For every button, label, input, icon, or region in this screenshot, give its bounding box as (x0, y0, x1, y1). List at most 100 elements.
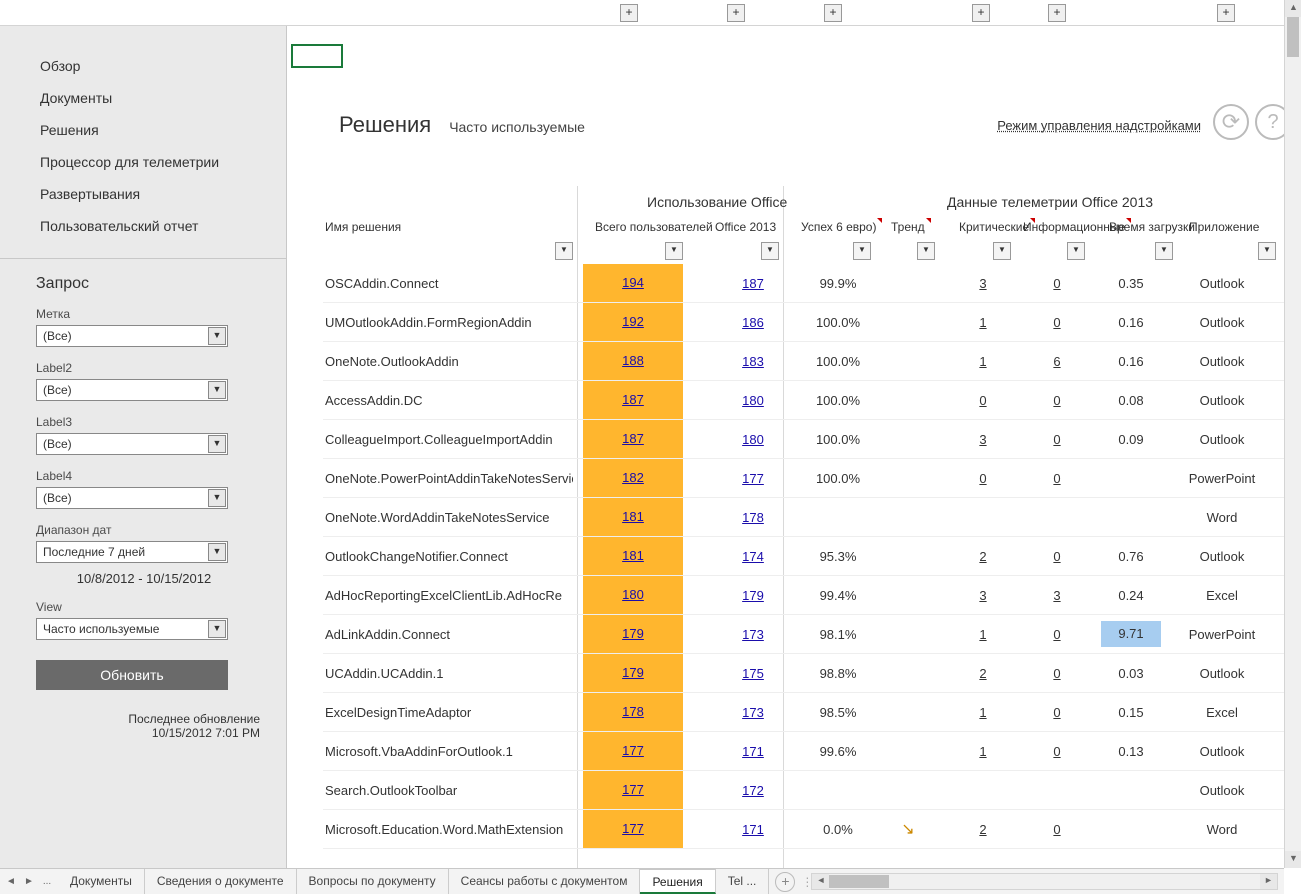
total-users-link[interactable]: 177 (622, 782, 644, 797)
total-users-link[interactable]: 181 (622, 548, 644, 563)
info-link[interactable]: 0 (1053, 471, 1060, 486)
filter-dropdown[interactable]: ▼ (993, 242, 1011, 260)
office2013-link[interactable]: 180 (742, 393, 764, 408)
select-view[interactable]: Часто используемые▼ (36, 618, 228, 640)
filter-dropdown[interactable]: ▼ (555, 242, 573, 260)
critical-link[interactable]: 3 (979, 276, 986, 291)
expand-button[interactable]: + (824, 4, 842, 22)
critical-link[interactable]: 1 (979, 315, 986, 330)
expand-button[interactable]: + (727, 4, 745, 22)
nav-overview[interactable]: Обзор (0, 50, 286, 82)
total-users-link[interactable]: 188 (622, 353, 644, 368)
office2013-link[interactable]: 175 (742, 666, 764, 681)
filter-dropdown[interactable]: ▼ (853, 242, 871, 260)
critical-link[interactable]: 0 (979, 471, 986, 486)
critical-link[interactable]: 1 (979, 354, 986, 369)
info-link[interactable]: 6 (1053, 354, 1060, 369)
add-sheet-button[interactable]: + (775, 872, 795, 892)
office2013-link[interactable]: 178 (742, 510, 764, 525)
filter-dropdown[interactable]: ▼ (917, 242, 935, 260)
office2013-link[interactable]: 171 (742, 822, 764, 837)
total-users-link[interactable]: 187 (622, 431, 644, 446)
info-link[interactable]: 3 (1053, 588, 1060, 603)
total-users-link[interactable]: 179 (622, 665, 644, 680)
office2013-link[interactable]: 174 (742, 549, 764, 564)
scroll-left-icon[interactable]: ◄ (812, 874, 829, 889)
info-link[interactable]: 0 (1053, 549, 1060, 564)
scroll-right-icon[interactable]: ► (1260, 874, 1277, 889)
scroll-up-icon[interactable]: ▲ (1285, 0, 1301, 17)
select-daterange[interactable]: Последние 7 дней▼ (36, 541, 228, 563)
refresh-icon[interactable]: ⟳ (1213, 104, 1249, 140)
update-button[interactable]: Обновить (36, 660, 228, 690)
total-users-link[interactable]: 181 (622, 509, 644, 524)
nav-custom-report[interactable]: Пользовательский отчет (0, 210, 286, 242)
horizontal-scrollbar[interactable]: ◄ ► (811, 873, 1278, 890)
vertical-scrollbar[interactable]: ▲ ▼ (1284, 0, 1301, 868)
total-users-link[interactable]: 179 (622, 626, 644, 641)
critical-link[interactable]: 2 (979, 666, 986, 681)
select-label3[interactable]: (Все)▼ (36, 433, 228, 455)
total-users-link[interactable]: 182 (622, 470, 644, 485)
total-users-link[interactable]: 177 (622, 821, 644, 836)
scroll-thumb[interactable] (1287, 17, 1299, 57)
filter-dropdown[interactable]: ▼ (665, 242, 683, 260)
info-link[interactable]: 0 (1053, 432, 1060, 447)
critical-link[interactable]: 2 (979, 822, 986, 837)
info-link[interactable]: 0 (1053, 627, 1060, 642)
total-users-link[interactable]: 178 (622, 704, 644, 719)
expand-button[interactable]: + (620, 4, 638, 22)
info-link[interactable]: 0 (1053, 822, 1060, 837)
critical-link[interactable]: 2 (979, 549, 986, 564)
expand-button[interactable]: + (972, 4, 990, 22)
filter-dropdown[interactable]: ▼ (761, 242, 779, 260)
total-users-link[interactable]: 180 (622, 587, 644, 602)
cell-cursor[interactable] (291, 44, 343, 68)
sheet-tab[interactable]: Вопросы по документу (297, 869, 449, 894)
sheet-nav-prev-icon[interactable]: ◄ (4, 876, 18, 887)
sheet-nav-next-icon[interactable]: ► (22, 876, 36, 887)
office2013-link[interactable]: 173 (742, 705, 764, 720)
select-label2[interactable]: (Все)▼ (36, 379, 228, 401)
nav-solutions[interactable]: Решения (0, 114, 286, 146)
info-link[interactable]: 0 (1053, 744, 1060, 759)
expand-button[interactable]: + (1217, 4, 1235, 22)
sheet-tab[interactable]: Решения (640, 869, 715, 894)
addin-management-mode-link[interactable]: Режим управления надстройками (997, 118, 1201, 133)
nav-telemetry-cpu[interactable]: Процессор для телеметрии (0, 146, 286, 178)
office2013-link[interactable]: 187 (742, 276, 764, 291)
select-label4[interactable]: (Все)▼ (36, 487, 228, 509)
sheet-tab[interactable]: Сведения о документе (145, 869, 297, 894)
critical-link[interactable]: 3 (979, 432, 986, 447)
filter-dropdown[interactable]: ▼ (1155, 242, 1173, 260)
office2013-link[interactable]: 186 (742, 315, 764, 330)
office2013-link[interactable]: 180 (742, 432, 764, 447)
total-users-link[interactable]: 192 (622, 314, 644, 329)
nav-documents[interactable]: Документы (0, 82, 286, 114)
sheet-tab[interactable]: Сеансы работы с документом (449, 869, 641, 894)
critical-link[interactable]: 3 (979, 588, 986, 603)
nav-deployments[interactable]: Развертывания (0, 178, 286, 210)
sheet-nav-more[interactable]: ... (40, 876, 54, 887)
critical-link[interactable]: 1 (979, 627, 986, 642)
filter-dropdown[interactable]: ▼ (1258, 242, 1276, 260)
office2013-link[interactable]: 172 (742, 783, 764, 798)
total-users-link[interactable]: 177 (622, 743, 644, 758)
critical-link[interactable]: 0 (979, 393, 986, 408)
info-link[interactable]: 0 (1053, 393, 1060, 408)
info-link[interactable]: 0 (1053, 666, 1060, 681)
office2013-link[interactable]: 171 (742, 744, 764, 759)
total-users-link[interactable]: 187 (622, 392, 644, 407)
scroll-thumb[interactable] (829, 875, 889, 888)
office2013-link[interactable]: 173 (742, 627, 764, 642)
office2013-link[interactable]: 183 (742, 354, 764, 369)
info-link[interactable]: 0 (1053, 276, 1060, 291)
sheet-tab[interactable]: Документы (58, 869, 145, 894)
total-users-link[interactable]: 194 (622, 275, 644, 290)
sheet-tab[interactable]: Tel ... (716, 869, 770, 894)
critical-link[interactable]: 1 (979, 705, 986, 720)
info-link[interactable]: 0 (1053, 315, 1060, 330)
critical-link[interactable]: 1 (979, 744, 986, 759)
filter-dropdown[interactable]: ▼ (1067, 242, 1085, 260)
office2013-link[interactable]: 177 (742, 471, 764, 486)
